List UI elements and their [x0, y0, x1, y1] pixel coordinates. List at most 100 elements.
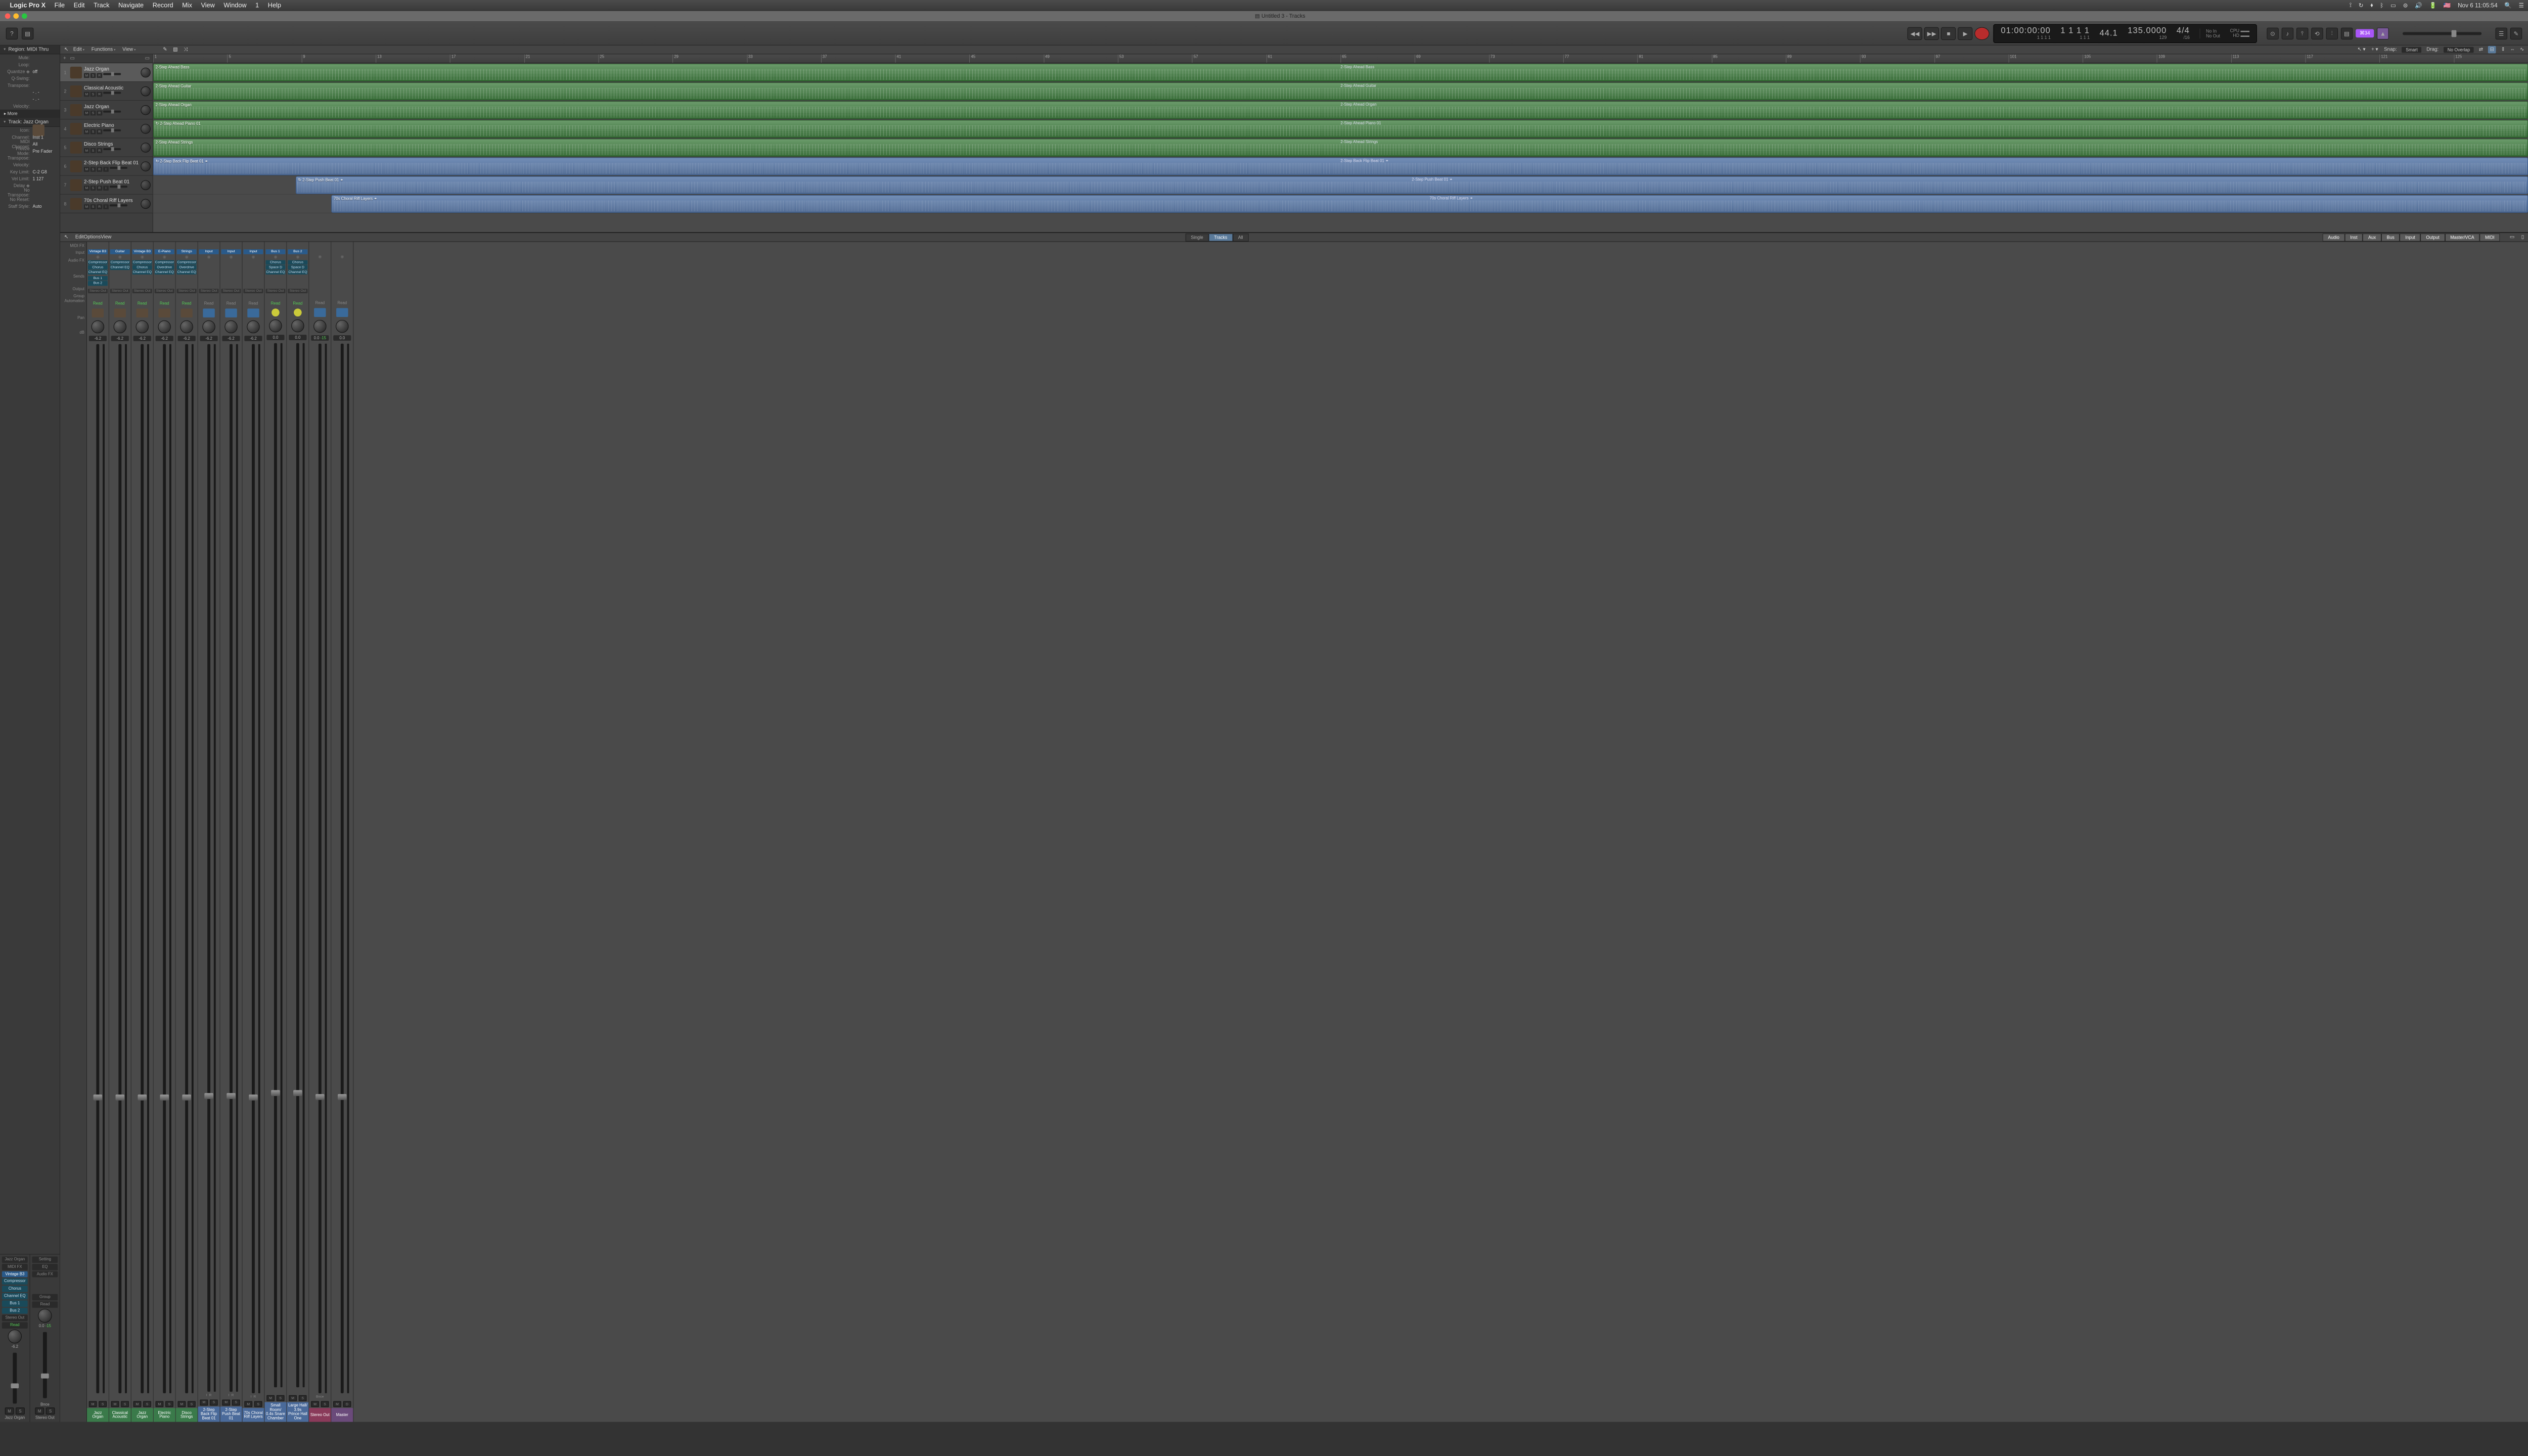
fader[interactable]: [176, 342, 198, 1395]
ruler-tick[interactable]: 105: [2083, 54, 2157, 63]
pan-knob[interactable]: [247, 320, 259, 333]
track-m-button[interactable]: M: [84, 167, 89, 172]
mixer-filter-input[interactable]: Input: [2400, 233, 2421, 241]
strip-icon[interactable]: [180, 308, 192, 317]
track-s-button[interactable]: S: [91, 167, 96, 172]
strip-s-button[interactable]: S: [299, 1395, 307, 1401]
pan-knob[interactable]: [38, 1309, 52, 1323]
track-m-button[interactable]: M: [84, 148, 89, 153]
input-slot[interactable]: Strings: [177, 249, 197, 254]
functions-menu[interactable]: Functions: [92, 47, 116, 53]
window-titlebar[interactable]: ▤ Untitled 3 - Tracks: [0, 11, 2528, 21]
ruler-tick[interactable]: 69: [1415, 54, 1489, 63]
strip-m-button[interactable]: M: [244, 1401, 252, 1407]
insp-row[interactable]: Transpose:: [0, 82, 60, 89]
track-volume[interactable]: [103, 111, 121, 113]
mixer-tab-all[interactable]: All: [1233, 233, 1248, 241]
input-slot[interactable]: Bus 1: [265, 249, 285, 254]
master-volume[interactable]: [2403, 32, 2481, 35]
track-r-button[interactable]: R: [97, 73, 102, 78]
output-slot[interactable]: Stereo Out: [288, 289, 307, 293]
track-header[interactable]: 2 Classical Acoustic MSR: [60, 82, 153, 101]
track-header[interactable]: Track: Jazz Organ: [0, 118, 60, 127]
track-i-button[interactable]: I: [103, 167, 109, 172]
io-icon[interactable]: ◉: [252, 255, 255, 259]
fx-slot[interactable]: Channel EQ: [265, 270, 285, 275]
strip-label[interactable]: Classical Acoustic: [109, 1408, 131, 1422]
track-name[interactable]: 70s Choral Riff Layers: [84, 198, 139, 204]
more-disclosure[interactable]: ▸ More: [0, 110, 60, 118]
insp-row[interactable]: - . -: [0, 96, 60, 103]
track-s-button[interactable]: S: [91, 111, 96, 116]
menu-1[interactable]: 1: [255, 2, 259, 9]
fader[interactable]: [154, 342, 175, 1395]
insp-row[interactable]: Q-Swing:: [0, 75, 60, 82]
output-slot[interactable]: Stereo Out: [110, 289, 130, 293]
insp-row[interactable]: - . -: [0, 89, 60, 96]
fader[interactable]: [220, 342, 242, 1393]
track-icon[interactable]: [70, 160, 82, 172]
fx-slot[interactable]: Space D: [288, 265, 307, 269]
fader[interactable]: [131, 342, 153, 1395]
track-r-button[interactable]: R: [97, 92, 102, 97]
track-icon[interactable]: [70, 198, 82, 209]
track-name[interactable]: Electric Piano: [84, 123, 139, 128]
fx-slot[interactable]: Overdrive: [177, 265, 197, 269]
region[interactable]: 2-Step Ahead Strings2-Step Ahead Strings: [153, 139, 2528, 156]
track-name[interactable]: Classical Acoustic: [84, 85, 139, 91]
output-slot[interactable]: Stereo Out: [155, 289, 174, 293]
library-button[interactable]: ?: [6, 27, 18, 39]
fx-slot[interactable]: Space D: [265, 265, 285, 269]
track-volume[interactable]: [110, 186, 127, 188]
ruler-tick[interactable]: 97: [1934, 54, 2009, 63]
lcd-display[interactable]: 01:00:00:001 1 1 1 1 1 1 11 1 1 44.1 135…: [1994, 24, 2257, 42]
insp-row[interactable]: Transpose:: [0, 155, 60, 162]
strip-s-button[interactable]: S: [121, 1401, 129, 1407]
pan-knob[interactable]: [8, 1330, 22, 1343]
automation-mode[interactable]: Read: [293, 300, 303, 306]
strip-m-button[interactable]: M: [178, 1401, 186, 1407]
strip-s-button[interactable]: S: [99, 1401, 107, 1407]
track-s-button[interactable]: S: [91, 129, 96, 134]
cycle-badge[interactable]: ⌘34: [2356, 29, 2374, 38]
input-slot[interactable]: E-Piano: [155, 249, 174, 254]
menu-file[interactable]: File: [55, 2, 65, 9]
automation-mode[interactable]: Read: [337, 300, 347, 306]
battery-icon[interactable]: 🔋: [2429, 2, 2437, 9]
drag-select[interactable]: No Overlap: [2444, 47, 2474, 53]
ruler-tick[interactable]: 113: [2231, 54, 2306, 63]
arrange-area[interactable]: 1591317212529333741454953576165697377818…: [153, 54, 2528, 232]
track-header[interactable]: 4 Electric Piano MSR: [60, 119, 153, 138]
fx-slot[interactable]: Channel EQ: [177, 270, 197, 275]
track-volume[interactable]: [103, 129, 121, 131]
track-pan[interactable]: [141, 180, 151, 190]
track-s-button[interactable]: S: [91, 92, 96, 97]
strip-icon[interactable]: [137, 308, 148, 317]
list-editors-button[interactable]: ☰: [2496, 27, 2507, 39]
pan-knob[interactable]: [313, 320, 326, 333]
automation-mode[interactable]: Read: [93, 300, 103, 306]
strip-icon[interactable]: [203, 308, 214, 317]
strip-icon[interactable]: [336, 308, 348, 317]
automation-icon[interactable]: ✎: [163, 47, 167, 53]
strip-label[interactable]: Disco Strings: [176, 1408, 198, 1422]
mixer-filter-aux[interactable]: Aux: [2363, 233, 2381, 241]
volume-icon[interactable]: 🔊: [2415, 2, 2422, 9]
fx-slot[interactable]: Chorus: [288, 260, 307, 264]
menu-navigate[interactable]: Navigate: [118, 2, 144, 9]
list-button[interactable]: ▤: [2341, 27, 2353, 39]
strip-s-button[interactable]: S: [232, 1399, 240, 1405]
strip-s-button[interactable]: S: [254, 1401, 262, 1407]
track-m-button[interactable]: M: [84, 111, 89, 116]
input-slot[interactable]: Vintage B3: [88, 249, 108, 254]
notif-icon[interactable]: ☰: [2519, 2, 2524, 9]
input-slot[interactable]: Input: [221, 249, 241, 254]
ruler-tick[interactable]: 25: [598, 54, 672, 63]
output-slot[interactable]: Stereo Out: [88, 289, 108, 293]
region[interactable]: ↻ 2-Step Ahead Piano 012-Step Ahead Pian…: [153, 120, 2528, 138]
automation-mode[interactable]: Read: [270, 300, 281, 306]
track-header[interactable]: 7 2-Step Push Beat 01 MSRI: [60, 176, 153, 195]
strip-m-button[interactable]: M: [311, 1401, 319, 1407]
fx-slot[interactable]: Overdrive: [155, 265, 174, 269]
track-icon[interactable]: [70, 66, 82, 78]
